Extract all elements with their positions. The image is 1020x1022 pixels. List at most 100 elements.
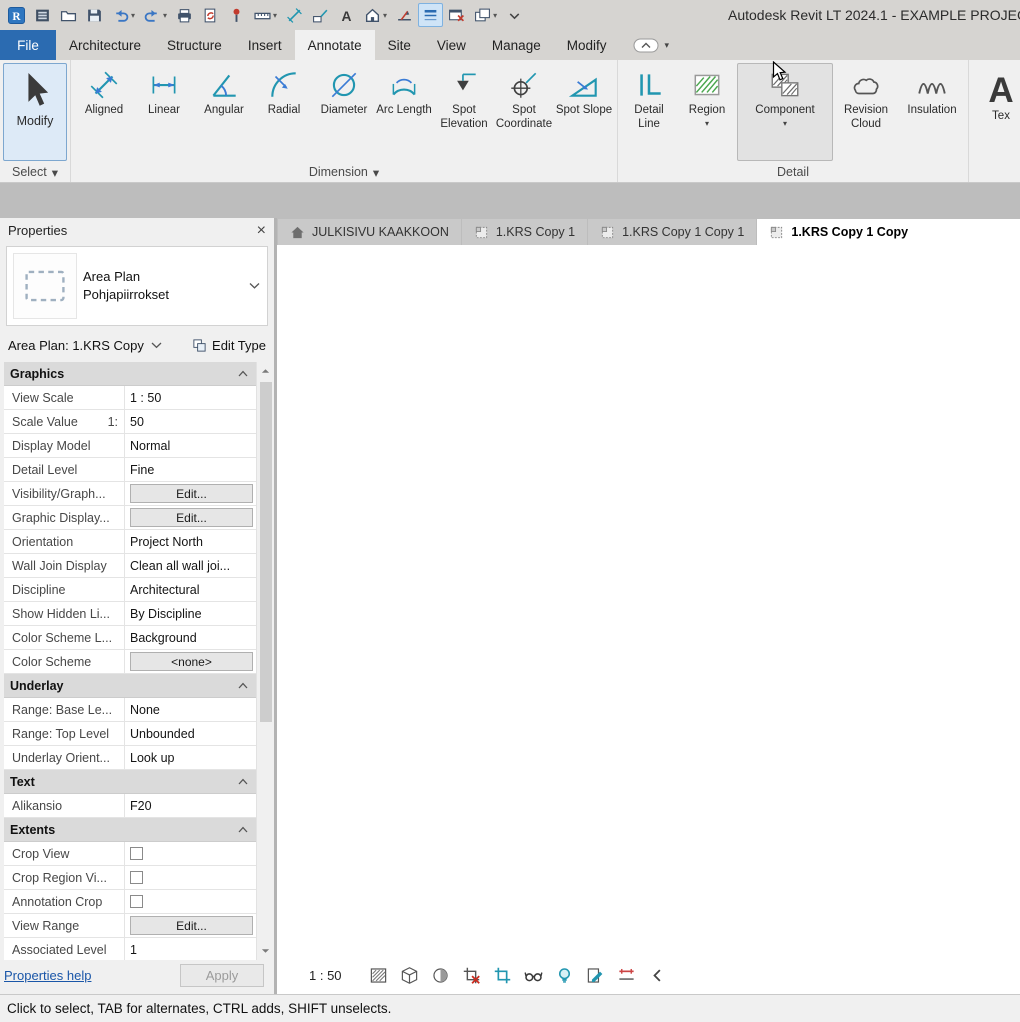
sync-button[interactable]	[198, 3, 223, 27]
section-underlay[interactable]: Underlay	[4, 674, 256, 698]
tab-manage[interactable]: Manage	[479, 30, 554, 60]
save-button[interactable]	[82, 3, 107, 27]
print-button[interactable]	[172, 3, 197, 27]
tool-insulation-button[interactable]: Insulation	[899, 63, 965, 161]
view-tab[interactable]: 1.KRS Copy 1	[462, 219, 587, 245]
tool-detail-line-button[interactable]: Detail Line	[621, 63, 677, 161]
tab-insert[interactable]: Insert	[235, 30, 295, 60]
properties-scrollbar[interactable]	[256, 362, 274, 960]
revit-logo-button[interactable]: R	[4, 3, 29, 27]
section-button[interactable]	[392, 3, 417, 27]
property-value[interactable]: Normal	[125, 434, 256, 457]
measure-pin-button[interactable]	[224, 3, 249, 27]
property-value[interactable]	[125, 866, 256, 889]
tool-spot-coordinate-button[interactable]: Spot Coordinate	[494, 63, 554, 161]
tag-button[interactable]	[308, 3, 333, 27]
reveal-constraints-button[interactable]	[616, 965, 637, 986]
tool-modify-button[interactable]: Modify	[3, 63, 67, 161]
property-value[interactable]: Unbounded	[125, 722, 256, 745]
tool-aligned-button[interactable]: Aligned	[74, 63, 134, 161]
checkbox[interactable]	[130, 895, 143, 908]
property-value[interactable]: 1 : 50	[125, 386, 256, 409]
thin-lines-button[interactable]	[418, 3, 443, 27]
edit-button[interactable]: Edit...	[130, 916, 253, 935]
reveal-hidden-button[interactable]	[554, 965, 575, 986]
property-value[interactable]: Edit...	[125, 506, 256, 529]
drawing-canvas[interactable]: 1 : 50	[277, 245, 1020, 994]
type-selector-caret-icon[interactable]	[249, 283, 260, 290]
tab-annotate[interactable]: Annotate	[295, 30, 375, 60]
edit-type-button[interactable]: Edit Type	[192, 338, 266, 353]
measure-button[interactable]: ▾	[250, 3, 281, 27]
property-value[interactable]	[125, 842, 256, 865]
shadows-button[interactable]	[430, 965, 451, 986]
tool-component-button[interactable]: Component▾	[737, 63, 833, 161]
tab-site[interactable]: Site	[375, 30, 424, 60]
tab-modify[interactable]: Modify	[554, 30, 620, 60]
panel-label-dimension[interactable]: Dimension▾	[71, 161, 617, 182]
property-value[interactable]: Edit...	[125, 914, 256, 937]
view-tab[interactable]: 1.KRS Copy 1 Copy	[757, 219, 1020, 245]
property-value[interactable]: Project North	[125, 530, 256, 553]
tool-angular-button[interactable]: Angular	[194, 63, 254, 161]
temporary-hide-isolate-button[interactable]	[523, 965, 544, 986]
close-hidden-windows-button[interactable]	[444, 3, 469, 27]
edit-button[interactable]: Edit...	[130, 484, 253, 503]
value-button[interactable]: <none>	[130, 652, 253, 671]
property-value[interactable]: Edit...	[125, 482, 256, 505]
property-value[interactable]	[125, 890, 256, 913]
instance-selector[interactable]: Area Plan: 1.KRS Copy	[8, 338, 162, 353]
home-button[interactable]	[30, 3, 55, 27]
property-value[interactable]: Clean all wall joi...	[125, 554, 256, 577]
property-value[interactable]: By Discipline	[125, 602, 256, 625]
property-value[interactable]: F20	[125, 794, 256, 817]
tool-spot-slope-button[interactable]: Spot Slope	[554, 63, 614, 161]
ribbon-cycle-button[interactable]	[633, 38, 659, 53]
tab-view[interactable]: View	[424, 30, 479, 60]
checkbox[interactable]	[130, 871, 143, 884]
tool-text-button[interactable]: ATex	[972, 63, 1020, 161]
visual-style-button[interactable]	[399, 965, 420, 986]
scroll-up-icon[interactable]	[258, 363, 274, 379]
collapse-button[interactable]	[647, 965, 668, 986]
edit-button[interactable]: Edit...	[130, 508, 253, 527]
temporary-view-properties-button[interactable]	[585, 965, 606, 986]
property-value[interactable]: 50	[125, 410, 256, 433]
ribbon-options-caret-icon[interactable]: ▾	[664, 40, 669, 51]
default-3d-view-button[interactable]: ▾	[360, 3, 391, 27]
section-extents[interactable]: Extents	[4, 818, 256, 842]
property-value[interactable]: None	[125, 698, 256, 721]
tool-region-button[interactable]: Region▾	[677, 63, 737, 161]
tab-architecture[interactable]: Architecture	[56, 30, 154, 60]
tool-arc-length-button[interactable]: Arc Length	[374, 63, 434, 161]
view-tab[interactable]: JULKISIVU KAAKKOON	[278, 219, 461, 245]
switch-windows-button[interactable]: ▾	[470, 3, 501, 27]
crop-region-button[interactable]	[492, 965, 513, 986]
aligned-dimension-button[interactable]	[282, 3, 307, 27]
scroll-down-icon[interactable]	[258, 943, 274, 959]
tab-structure[interactable]: Structure	[154, 30, 235, 60]
tool-revision-cloud-button[interactable]: Revision Cloud	[833, 63, 899, 161]
properties-help-link[interactable]: Properties help	[4, 968, 91, 983]
property-value[interactable]: <none>	[125, 650, 256, 673]
property-value[interactable]: Fine	[125, 458, 256, 481]
checkbox[interactable]	[130, 847, 143, 860]
property-value[interactable]: Look up	[125, 746, 256, 769]
tool-diameter-button[interactable]: Diameter	[314, 63, 374, 161]
section-text[interactable]: Text	[4, 770, 256, 794]
property-value[interactable]: 1	[125, 938, 256, 960]
text-button[interactable]: A	[334, 3, 359, 27]
view-scale-button[interactable]: 1 : 50	[309, 968, 342, 983]
tab-file[interactable]: File	[0, 30, 56, 60]
type-selector[interactable]: Area Plan Pohjapiirrokset	[6, 246, 268, 326]
view-tab[interactable]: 1.KRS Copy 1 Copy 1	[588, 219, 756, 245]
undo-button[interactable]: ▾	[108, 3, 139, 27]
tool-spot-elevation-button[interactable]: Spot Elevation	[434, 63, 494, 161]
close-icon[interactable]: ×	[257, 223, 266, 239]
panel-label-select[interactable]: Select▾	[0, 161, 70, 182]
detail-level-button[interactable]	[368, 965, 389, 986]
crop-view-button[interactable]	[461, 965, 482, 986]
section-graphics[interactable]: Graphics	[4, 362, 256, 386]
open-button[interactable]	[56, 3, 81, 27]
property-value[interactable]: Background	[125, 626, 256, 649]
